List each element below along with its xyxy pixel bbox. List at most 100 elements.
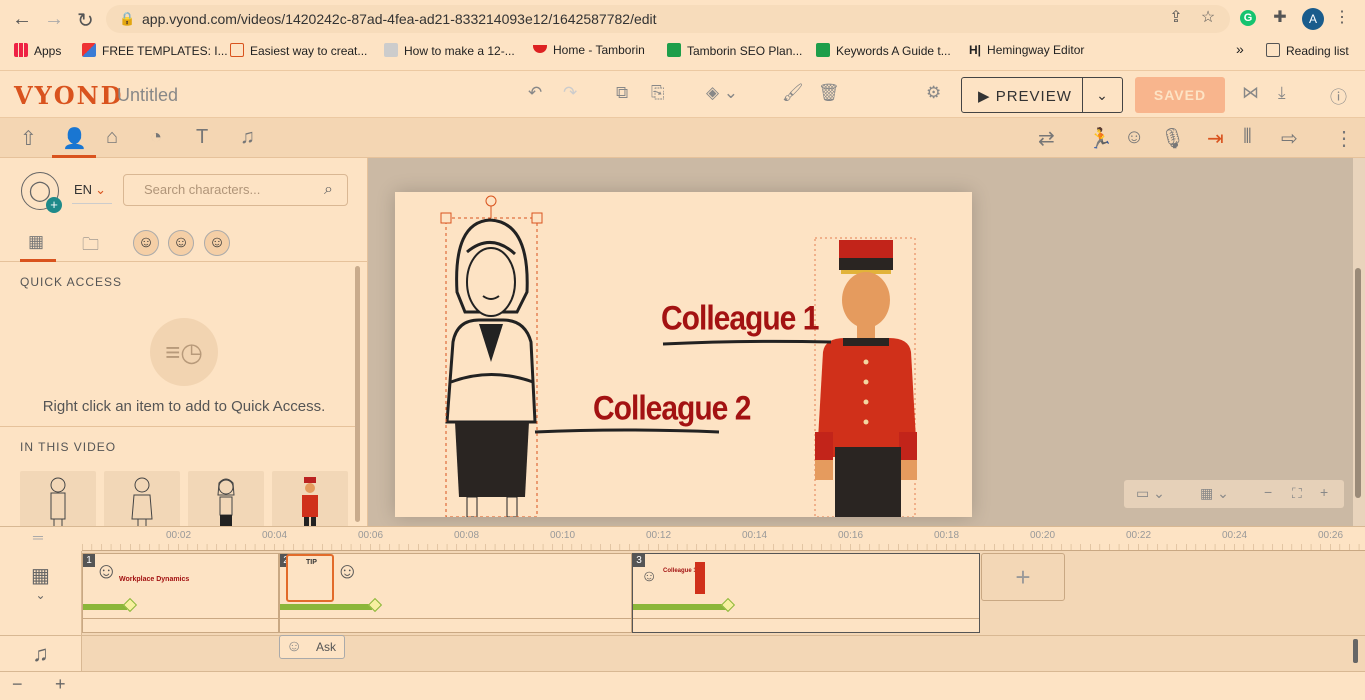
- scene-2-duration-bar[interactable]: [280, 604, 372, 610]
- music-icon[interactable]: ♫: [240, 126, 255, 149]
- character-thumb-2[interactable]: [104, 471, 180, 531]
- text-icon[interactable]: T: [196, 126, 208, 149]
- preview-dropdown-icon[interactable]: ⌄: [1082, 78, 1122, 112]
- style-face-2[interactable]: ☺: [168, 230, 194, 256]
- caption-colleague-1[interactable]: Colleague 1: [661, 299, 819, 338]
- bookmark-star-icon[interactable]: ☆: [1198, 8, 1218, 28]
- character-thumb-4[interactable]: [272, 471, 348, 531]
- vyond-logo[interactable]: VYOND: [14, 81, 123, 110]
- bookmark-apps[interactable]: Apps: [14, 43, 61, 58]
- timeline-ruler[interactable]: 00:02 00:04 00:06 00:08 00:10 00:12 00:1…: [82, 527, 1365, 551]
- undo-icon[interactable]: ↶: [528, 83, 542, 103]
- expression-icon[interactable]: ☺: [1124, 126, 1144, 149]
- zoom-in-icon[interactable]: +: [1320, 484, 1328, 500]
- preview-button[interactable]: ▶ PREVIEW ⌄: [961, 77, 1123, 113]
- add-character-button[interactable]: ◯ +: [21, 172, 62, 213]
- language-select[interactable]: EN ⌄: [74, 182, 106, 198]
- timeline-zoom-in-icon[interactable]: +: [55, 674, 66, 695]
- search-characters-input[interactable]: Search characters... ⌕: [123, 174, 348, 206]
- trash-icon[interactable]: 🗑: [818, 83, 840, 103]
- video-title[interactable]: Untitled: [117, 85, 178, 106]
- bookmark-home-tamborin[interactable]: Home - Tamborin: [533, 43, 645, 57]
- audio-clip-character-icon: ☺: [286, 638, 303, 655]
- help-icon[interactable]: ⓘ: [1330, 83, 1347, 108]
- folder-icon[interactable]: 🗀: [82, 232, 99, 261]
- motion-path-icon[interactable]: ⦀: [1243, 126, 1252, 149]
- timeline-zoom-out-icon[interactable]: −: [12, 674, 23, 695]
- grammarly-icon[interactable]: G: [1240, 10, 1256, 26]
- layers-icon[interactable]: ◈ ⌄: [706, 83, 738, 103]
- add-scene-button[interactable]: +: [981, 553, 1065, 601]
- plus-icon: +: [46, 197, 62, 213]
- charts-icon[interactable]: ◔: [150, 126, 162, 149]
- upload-icon[interactable]: ⇧: [20, 126, 37, 151]
- paste-icon[interactable]: ⎘: [651, 83, 665, 103]
- extensions-icon[interactable]: ✚: [1270, 8, 1290, 28]
- forward-icon[interactable]: →: [44, 8, 64, 31]
- url-text: app.vyond.com/videos/1420242c-87ad-4fea-…: [142, 11, 657, 27]
- scene-3-mini-text: Colleague 1: [663, 568, 697, 574]
- address-bar[interactable]: 🔒 app.vyond.com/videos/1420242c-87ad-4fe…: [106, 5, 1230, 33]
- download-icon[interactable]: ⤓: [1278, 83, 1286, 103]
- collapse-chevron-icon[interactable]: ⌄: [0, 588, 81, 602]
- woman-character[interactable]: [445, 218, 537, 517]
- bookmark-seo-plan[interactable]: Tamborin SEO Plan...: [667, 43, 802, 58]
- copy-icon[interactable]: ⧉: [616, 83, 628, 103]
- scene-2[interactable]: 2 TIP ☺: [279, 553, 632, 633]
- exit-effect-icon[interactable]: ⇨: [1281, 126, 1298, 151]
- profile-avatar[interactable]: A: [1302, 8, 1324, 30]
- drag-handle-icon[interactable]: ═: [33, 529, 43, 545]
- fullscreen-icon[interactable]: ⛶: [1292, 485, 1302, 502]
- settings-icon[interactable]: ⚙: [926, 83, 941, 103]
- bookmark-hemingway[interactable]: H| Hemingway Editor: [969, 43, 1084, 57]
- scrollbar-thumb[interactable]: [1355, 268, 1361, 498]
- bookmark-easiest-way[interactable]: Easiest way to creat...: [230, 43, 367, 58]
- saved-button[interactable]: SAVED: [1135, 77, 1225, 113]
- bellhop-character[interactable]: [814, 237, 917, 517]
- audio-clip[interactable]: ☺ Ask y: [279, 635, 345, 659]
- scene-3-duration-bar[interactable]: [633, 604, 727, 610]
- bookmarks-overflow[interactable]: »: [1236, 41, 1244, 57]
- zoom-out-icon[interactable]: −: [1264, 484, 1272, 500]
- more-options-icon[interactable]: ⋮: [1334, 126, 1354, 151]
- music-track-icon[interactable]: ♫: [0, 635, 82, 671]
- style-face-3[interactable]: ☺: [204, 230, 230, 256]
- browser-menu-icon[interactable]: ⋮: [1332, 8, 1352, 28]
- bookmark-free-templates[interactable]: FREE TEMPLATES: I...: [82, 43, 228, 58]
- microphone-icon[interactable]: 🎙: [1160, 126, 1185, 151]
- redo-icon[interactable]: ↷: [563, 83, 577, 103]
- props-icon[interactable]: ⌂: [106, 126, 118, 149]
- timeline-scrollbar[interactable]: [1353, 639, 1358, 663]
- timeline-footer: − +: [0, 671, 1365, 700]
- scene-canvas[interactable]: Colleague 1 Colleague 2: [395, 192, 972, 517]
- grid-view-icon[interactable]: ▦: [28, 232, 44, 252]
- character-thumb-1[interactable]: [20, 471, 96, 531]
- scene-3[interactable]: 3 Colleague 1 ☺: [632, 553, 980, 633]
- share-network-icon[interactable]: ⋈: [1242, 83, 1259, 103]
- character-icon[interactable]: 👤: [62, 126, 87, 151]
- share-icon[interactable]: ⇪: [1166, 8, 1186, 28]
- scene-3-character-icon: ☺: [641, 568, 658, 585]
- grid-toggle-icon[interactable]: ▦ ⌄: [1200, 485, 1229, 502]
- fit-view-icon[interactable]: ▭ ⌄: [1136, 485, 1165, 502]
- swap-icon[interactable]: ⇄: [1038, 126, 1055, 151]
- back-icon[interactable]: ←: [12, 8, 32, 31]
- bookmark-keywords-guide[interactable]: Keywords A Guide t...: [816, 43, 951, 58]
- brush-icon[interactable]: 🖌: [782, 83, 804, 103]
- caption-colleague-2[interactable]: Colleague 2: [593, 389, 751, 428]
- scene-1[interactable]: 1 Workplace Dynamics ☺: [82, 553, 279, 633]
- film-icon[interactable]: ▦: [0, 563, 81, 588]
- reading-list[interactable]: Reading list: [1266, 43, 1349, 58]
- panel-scrollbar[interactable]: [355, 266, 360, 522]
- enter-effect-icon[interactable]: ⇥: [1207, 126, 1224, 151]
- scene-artwork: [440, 195, 917, 517]
- stage-scrollbar[interactable]: [1353, 158, 1365, 526]
- reload-icon[interactable]: ↻: [77, 8, 94, 33]
- action-icon[interactable]: 🏃: [1088, 126, 1113, 151]
- scene-1-duration-bar[interactable]: [83, 604, 127, 610]
- site-icon: [384, 43, 398, 57]
- bookmark-how-to-make[interactable]: How to make a 12-...: [384, 43, 515, 58]
- ruler-tick-label: 00:02: [166, 530, 192, 541]
- style-face-1[interactable]: ☺: [133, 230, 159, 256]
- character-thumb-3[interactable]: [188, 471, 264, 531]
